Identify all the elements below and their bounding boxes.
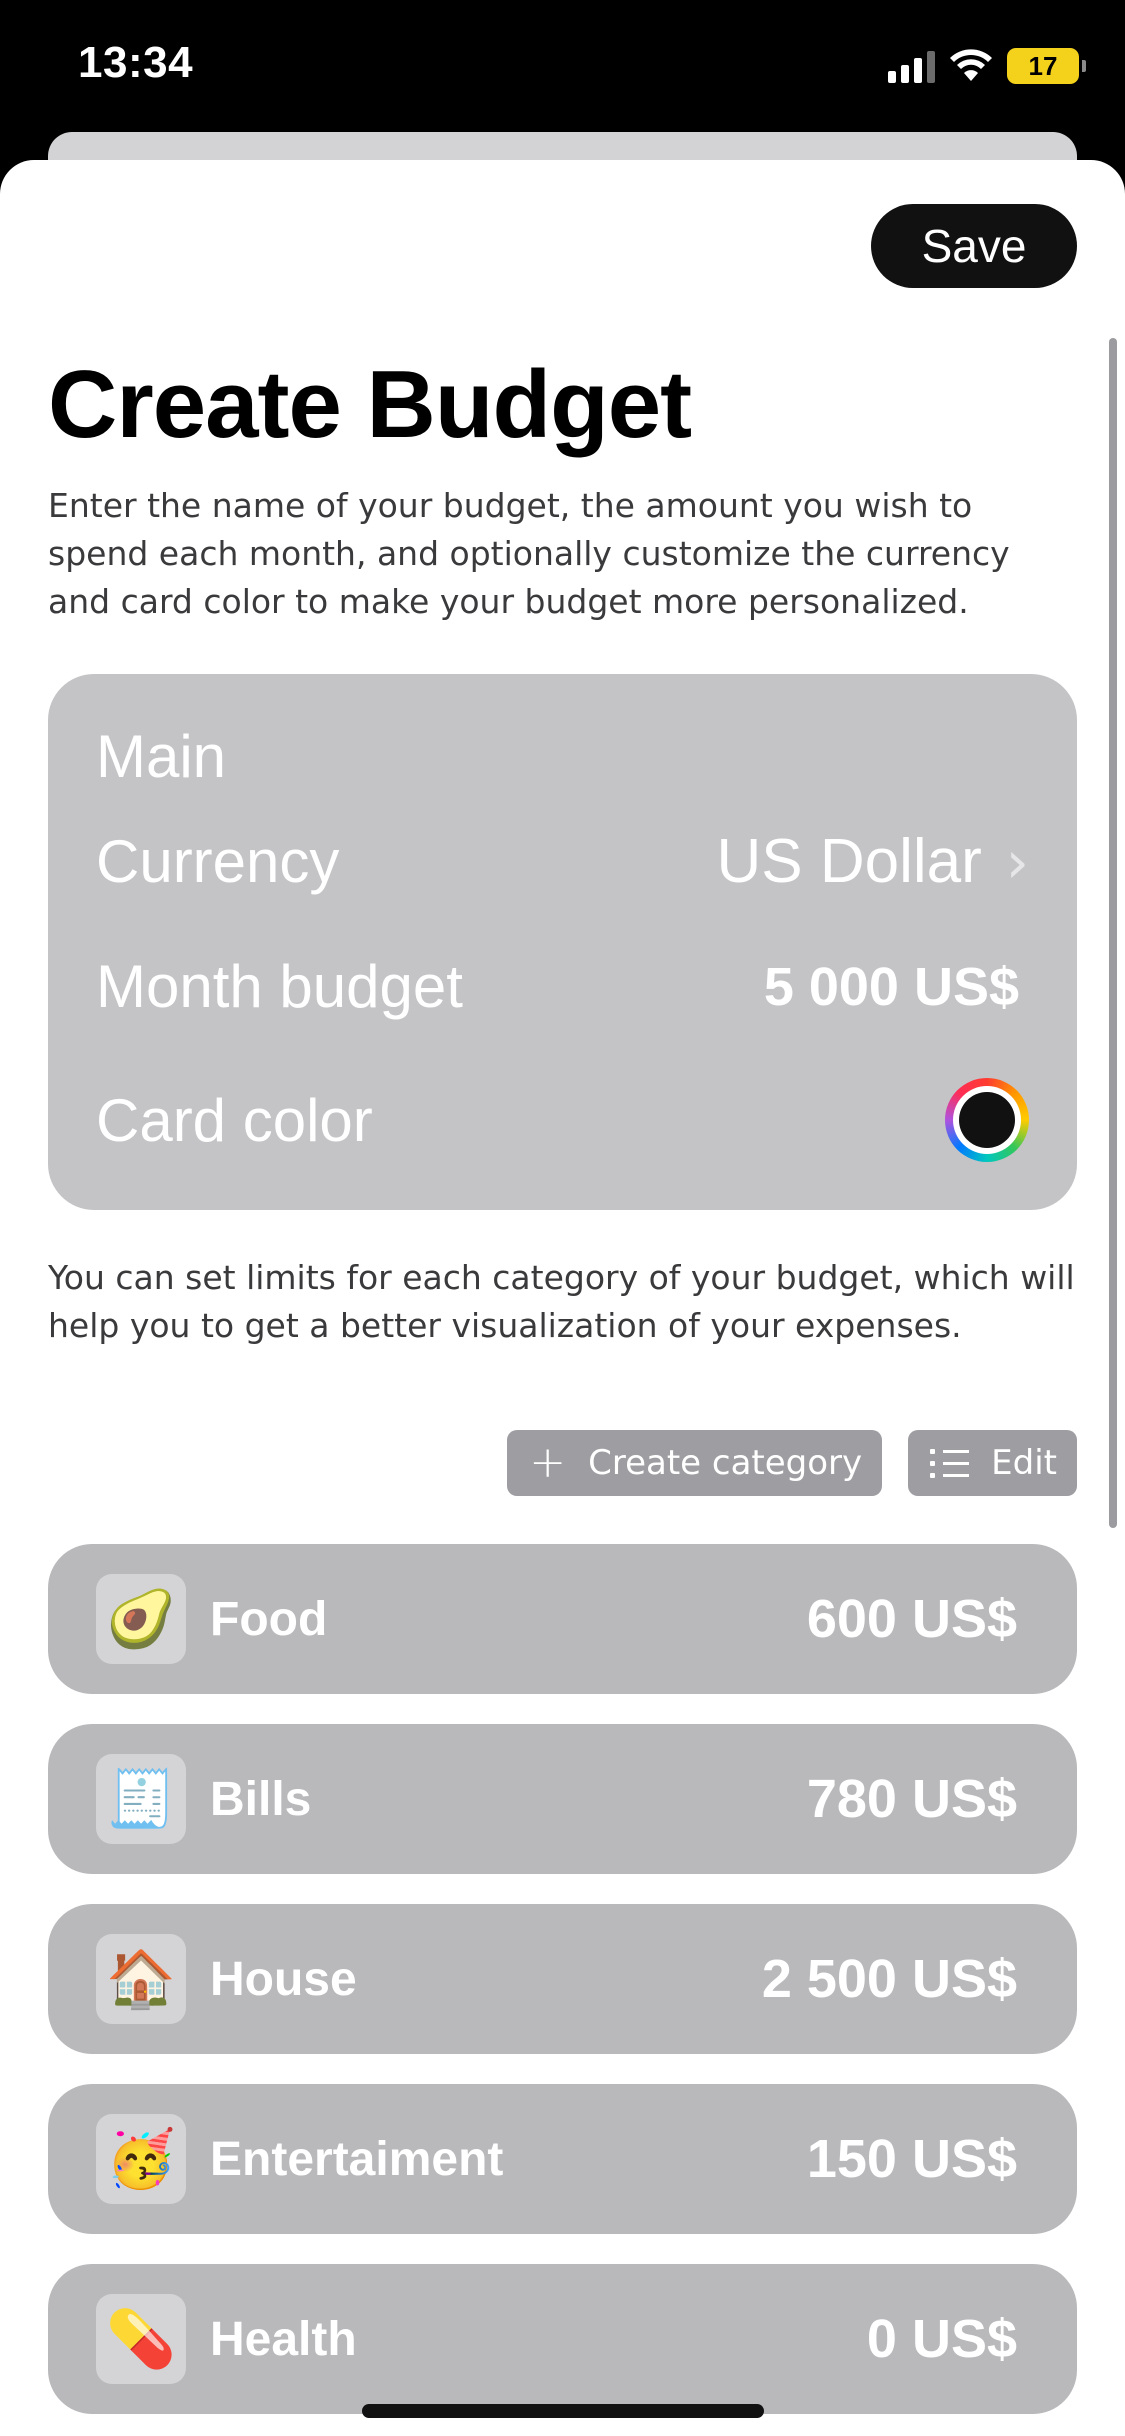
category-name: Health: [210, 2312, 357, 2366]
selected-color-swatch: [959, 1092, 1015, 1148]
category-name: House: [210, 1952, 357, 2006]
month-budget-row[interactable]: Month budget 5 000 US$: [96, 952, 1029, 1021]
currency-selector[interactable]: US Dollar ›: [717, 826, 1030, 897]
budget-name-field[interactable]: Main: [96, 722, 1029, 791]
create-category-label: Create category: [588, 1443, 863, 1483]
category-name: Food: [210, 1592, 328, 1646]
currency-row[interactable]: Currency US Dollar ›: [96, 826, 1029, 897]
intro-text: Enter the name of your budget, the amoun…: [48, 486, 1010, 621]
chevron-right-icon: ›: [1005, 827, 1029, 896]
battery-icon: 17: [1007, 48, 1086, 84]
house-icon: 🏠: [96, 1934, 186, 2024]
page-title: Create Budget: [48, 351, 692, 458]
plus-icon: +: [529, 1437, 567, 1488]
card-color-label: Card color: [96, 1086, 373, 1154]
pill-icon: 💊: [96, 2294, 186, 2384]
category-amount: 150 US$: [806, 2129, 1017, 2189]
currency-label: Currency: [96, 828, 340, 895]
scrollbar[interactable]: [1109, 338, 1117, 1528]
currency-value: US Dollar: [716, 827, 982, 896]
status-time: 13:34: [78, 38, 194, 87]
save-button[interactable]: Save: [871, 204, 1077, 288]
category-limits-text: You can set limits for each category of …: [48, 1258, 1075, 1345]
color-picker-gap: [953, 1086, 1021, 1154]
card-color-row[interactable]: Card color: [96, 1078, 1029, 1162]
create-budget-sheet: Save Create Budget Enter the name of you…: [0, 160, 1125, 2436]
home-indicator[interactable]: [362, 2404, 764, 2418]
signal-icon: [888, 49, 935, 83]
category-row-bills[interactable]: 🧾 Bills 780 US$: [48, 1724, 1077, 1874]
category-row-food[interactable]: 🥑 Food 600 US$: [48, 1544, 1077, 1694]
category-actions: + Create category Edit: [507, 1430, 1077, 1496]
screen: 13:34 17 Save Create Budget Enter the na…: [0, 0, 1125, 2436]
budget-settings-card: Main Currency US Dollar › Month budget 5…: [48, 674, 1077, 1210]
month-budget-label: Month budget: [96, 953, 463, 1020]
receipt-icon: 🧾: [96, 1754, 186, 1844]
status-icons: 17: [888, 48, 1086, 84]
edit-label: Edit: [991, 1443, 1057, 1483]
category-amount: 780 US$: [806, 1769, 1017, 1829]
month-budget-value[interactable]: 5 000 US$: [764, 956, 1019, 1018]
party-face-icon: 🥳: [96, 2114, 186, 2204]
avocado-icon: 🥑: [96, 1574, 186, 1664]
wifi-icon: [950, 49, 992, 81]
category-amount: 600 US$: [806, 1589, 1017, 1649]
create-category-button[interactable]: + Create category: [507, 1430, 883, 1496]
category-amount: 2 500 US$: [761, 1949, 1017, 2009]
battery-level: 17: [1028, 50, 1058, 81]
category-row-health[interactable]: 💊 Health 0 US$: [48, 2264, 1077, 2414]
category-amount: 0 US$: [866, 2309, 1017, 2369]
color-picker-icon[interactable]: [945, 1078, 1029, 1162]
budget-name-value: Main: [96, 723, 227, 790]
category-row-house[interactable]: 🏠 House 2 500 US$: [48, 1904, 1077, 2054]
list-icon: [930, 1448, 970, 1478]
category-name: Bills: [210, 1772, 312, 1826]
edit-button[interactable]: Edit: [908, 1430, 1077, 1496]
category-name: Entertaiment: [210, 2132, 504, 2186]
category-row-entertainment[interactable]: 🥳 Entertaiment 150 US$: [48, 2084, 1077, 2234]
